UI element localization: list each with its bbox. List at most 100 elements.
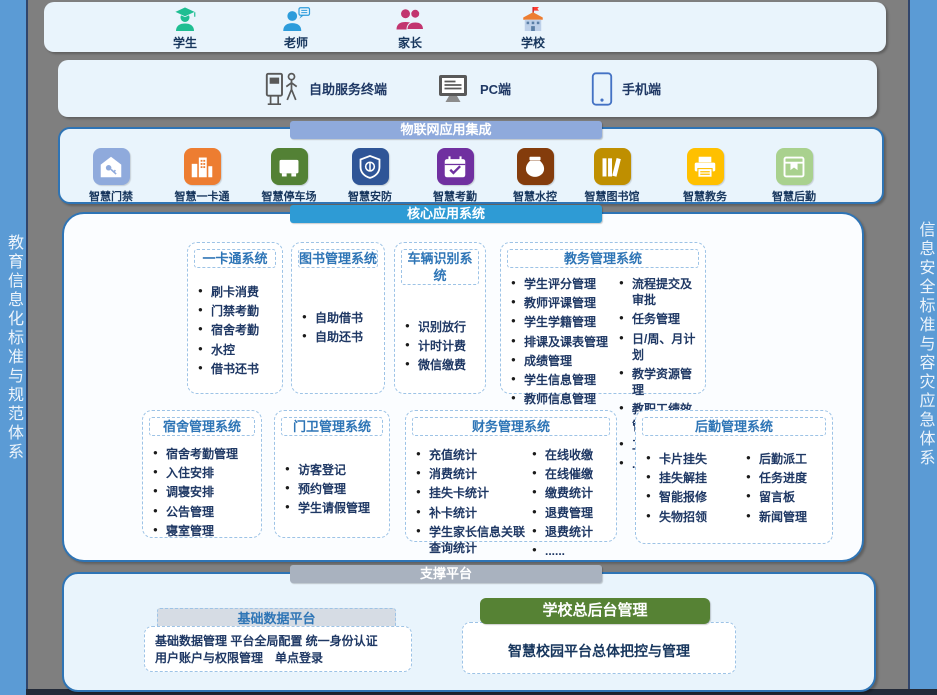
terminal-pc: PC端 bbox=[436, 60, 511, 117]
iot-security: 智慧安防 bbox=[328, 148, 412, 204]
list-item: 任务进度 bbox=[746, 470, 828, 486]
iot-onecard: 智慧一卡通 bbox=[160, 148, 244, 204]
right-sidebar-label: 信息安全标准与容灾应急体系 bbox=[913, 221, 937, 468]
card-logistics-col2: 后勤派工 任务进度 留言板 新闻管理 bbox=[746, 448, 832, 528]
list-item: 门禁考勤 bbox=[198, 303, 278, 319]
list-item: 教师评课管理 bbox=[511, 295, 615, 311]
card-dorm-title: 宿舍管理系统 bbox=[149, 417, 255, 436]
iot-security-label: 智慧安防 bbox=[328, 188, 412, 204]
list-item: 入住安排 bbox=[153, 465, 257, 481]
base-platform-line1: 基础数据管理 平台全局配置 统一身份认证 bbox=[155, 633, 401, 650]
list-item: 自助还书 bbox=[302, 329, 380, 345]
list-item: 学生家长信息关联查询统计 bbox=[416, 524, 528, 556]
iot-attendance: 智慧考勤 bbox=[413, 148, 497, 204]
left-standards-sidebar: 教育信息化标准与规范体系 bbox=[0, 0, 28, 695]
card-finance-title: 财务管理系统 bbox=[412, 417, 610, 436]
card-vehicle-title: 车辆识别系统 bbox=[401, 249, 479, 285]
smart-campus-architecture-diagram: 教育信息化标准与规范体系 信息安全标准与容灾应急体系 学生 bbox=[0, 0, 937, 695]
list-item: 刷卡消费 bbox=[198, 284, 278, 300]
user-school: 学校 bbox=[491, 5, 575, 51]
list-item: 学生请假管理 bbox=[285, 500, 385, 516]
books-icon bbox=[594, 148, 631, 185]
list-item: 宿舍考勤 bbox=[198, 322, 278, 338]
list-item: 学生评分管理 bbox=[511, 276, 615, 292]
list-item: 调寝安排 bbox=[153, 484, 257, 500]
kiosk-icon bbox=[263, 69, 301, 109]
teacher-icon bbox=[254, 5, 338, 33]
list-item: 日/周、月计划 bbox=[619, 331, 701, 363]
user-student-label: 学生 bbox=[143, 34, 227, 51]
user-teacher: 老师 bbox=[254, 5, 338, 51]
list-item: 缴费统计 bbox=[532, 485, 612, 501]
water-jar-icon bbox=[517, 148, 554, 185]
phone-icon bbox=[590, 71, 614, 107]
left-sidebar-label: 教育信息化标准与规范体系 bbox=[1, 234, 25, 462]
card-logistics-system: 后勤管理系统 卡片挂失 挂失解挂 智能报修 失物招领 后勤派工 任务进度 留言板… bbox=[635, 410, 833, 544]
list-item: 后勤派工 bbox=[746, 451, 828, 467]
card-finance-col2: 在线收缴 在线催缴 缴费统计 退费管理 退费统计 ...... bbox=[532, 444, 616, 562]
card-logistics-title: 后勤管理系统 bbox=[642, 417, 826, 436]
support-band: 支撑平台 基础数据平台 基础数据管理 平台全局配置 统一身份认证 用户账户与权限… bbox=[62, 572, 876, 692]
card-gate-system: 门卫管理系统 访客登记 预约管理 学生请假管理 bbox=[274, 410, 390, 538]
terminal-pc-label: PC端 bbox=[480, 79, 511, 98]
right-security-sidebar: 信息安全标准与容灾应急体系 bbox=[908, 0, 937, 689]
iot-parking-label: 智慧停车场 bbox=[247, 188, 331, 204]
user-parents-label: 家长 bbox=[368, 34, 452, 51]
student-icon bbox=[143, 5, 227, 33]
card-onecard-title: 一卡通系统 bbox=[194, 249, 276, 268]
iot-band: 物联网应用集成 智慧门禁 bbox=[58, 127, 884, 204]
base-platform-line2: 用户账户与权限管理 单点登录 bbox=[155, 650, 401, 667]
card-onecard-items: 刷卡消费 门禁考勤 宿舍考勤 水控 借书还书 bbox=[188, 284, 282, 377]
iot-door-access-label: 智慧门禁 bbox=[69, 188, 153, 204]
user-school-label: 学校 bbox=[491, 34, 575, 51]
iot-parking: 智慧停车场 bbox=[247, 148, 331, 204]
iot-academic: 智慧教务 bbox=[663, 148, 747, 204]
door-access-icon bbox=[93, 148, 130, 185]
list-item: 学生学籍管理 bbox=[511, 314, 615, 330]
list-item: 智能报修 bbox=[646, 489, 742, 505]
user-teacher-label: 老师 bbox=[254, 34, 338, 51]
list-item: 自助借书 bbox=[302, 310, 380, 326]
card-academic-title: 教务管理系统 bbox=[507, 249, 699, 268]
list-item: 挂失解挂 bbox=[646, 470, 742, 486]
iot-logistics: 智慧后勤 bbox=[752, 148, 836, 204]
list-item: 留言板 bbox=[746, 489, 828, 505]
terminal-kiosk-label: 自助服务终端 bbox=[309, 79, 387, 98]
calendar-icon bbox=[437, 148, 474, 185]
list-item: 计时计费 bbox=[405, 338, 481, 354]
core-systems-band: 核心应用系统 一卡通系统 刷卡消费 门禁考勤 宿舍考勤 水控 借书还书 图书管理… bbox=[62, 212, 864, 562]
card-library-system: 图书管理系统 自助借书 自助还书 bbox=[291, 242, 385, 394]
list-item: 消费统计 bbox=[416, 466, 528, 482]
iot-logistics-label: 智慧后勤 bbox=[752, 188, 836, 204]
base-data-platform-card: 基础数据管理 平台全局配置 统一身份认证 用户账户与权限管理 单点登录 bbox=[144, 626, 412, 672]
terminal-phone-label: 手机端 bbox=[622, 79, 661, 98]
list-item: 新闻管理 bbox=[746, 509, 828, 525]
list-item: 宿舍考勤管理 bbox=[153, 446, 257, 462]
support-band-title: 支撑平台 bbox=[290, 565, 602, 583]
card-gate-title: 门卫管理系统 bbox=[281, 417, 383, 436]
list-item: 访客登记 bbox=[285, 462, 385, 478]
iot-library-label: 智慧图书馆 bbox=[570, 188, 654, 204]
list-item: 在线收缴 bbox=[532, 447, 612, 463]
iot-water-label: 智慧水控 bbox=[493, 188, 577, 204]
card-finance-system: 财务管理系统 充值统计 消费统计 挂失卡统计 补卡统计 学生家长信息关联查询统计… bbox=[405, 410, 617, 542]
iot-library: 智慧图书馆 bbox=[570, 148, 654, 204]
card-dorm-items: 宿舍考勤管理 入住安排 调寝安排 公告管理 寝室管理 bbox=[143, 446, 261, 539]
list-item: 教学资源管理 bbox=[619, 366, 701, 398]
card-library-items: 自助借书 自助还书 bbox=[292, 310, 384, 345]
list-item: 退费管理 bbox=[532, 505, 612, 521]
iot-academic-label: 智慧教务 bbox=[663, 188, 747, 204]
list-item: 挂失卡统计 bbox=[416, 485, 528, 501]
building-icon bbox=[184, 148, 221, 185]
list-item: 预约管理 bbox=[285, 481, 385, 497]
card-vehicle-system: 车辆识别系统 识别放行 计时计费 微信缴费 bbox=[394, 242, 486, 394]
printer-icon bbox=[687, 148, 724, 185]
list-item: 公告管理 bbox=[153, 504, 257, 520]
iot-attendance-label: 智慧考勤 bbox=[413, 188, 497, 204]
list-item: 微信缴费 bbox=[405, 357, 481, 373]
school-icon bbox=[491, 5, 575, 33]
terminal-kiosk: 自助服务终端 bbox=[263, 60, 387, 117]
card-onecard-system: 一卡通系统 刷卡消费 门禁考勤 宿舍考勤 水控 借书还书 bbox=[187, 242, 283, 394]
card-library-title: 图书管理系统 bbox=[298, 249, 378, 268]
school-admin-button: 学校总后台管理 bbox=[480, 598, 710, 624]
